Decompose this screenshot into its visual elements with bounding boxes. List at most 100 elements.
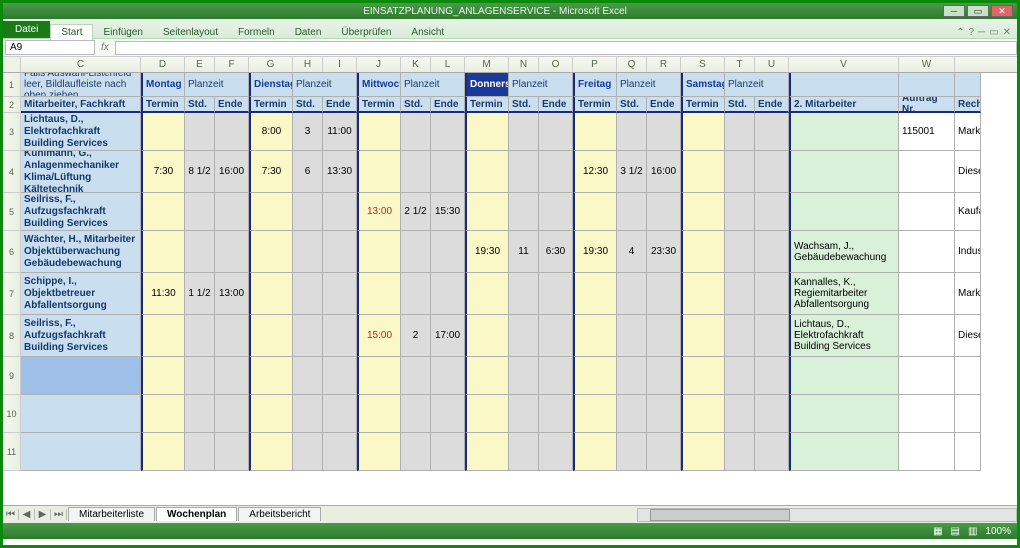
- col-header-F[interactable]: F: [215, 57, 249, 72]
- ansch-cell[interactable]: Kaufa: [955, 193, 981, 231]
- ende-cell[interactable]: 13:00: [215, 273, 249, 315]
- ansch-cell[interactable]: Markt: [955, 273, 981, 315]
- std-header[interactable]: Std.: [185, 97, 215, 113]
- view-layout-icon[interactable]: ▤: [951, 526, 960, 537]
- termin-header[interactable]: Termin: [249, 97, 293, 113]
- ansch-cell[interactable]: Diese: [955, 151, 981, 193]
- ende-cell[interactable]: [431, 395, 465, 433]
- std-cell[interactable]: 3: [293, 113, 323, 151]
- planzeit-header[interactable]: Planzeit: [293, 73, 357, 97]
- ende-cell[interactable]: [215, 193, 249, 231]
- col-header-I[interactable]: I: [323, 57, 357, 72]
- row-header-3[interactable]: 3: [3, 113, 21, 151]
- termin-cell[interactable]: [681, 113, 725, 151]
- ende-cell[interactable]: [755, 231, 789, 273]
- ende-cell[interactable]: [539, 273, 573, 315]
- std-header[interactable]: Std.: [617, 97, 647, 113]
- mit2-cell[interactable]: Wachsam, J., Gebäudebewachung: [789, 231, 899, 273]
- minimize-button[interactable]: ─: [943, 5, 965, 17]
- std-cell[interactable]: [509, 273, 539, 315]
- ende-cell[interactable]: [431, 273, 465, 315]
- col-header-Q[interactable]: Q: [617, 57, 647, 72]
- ende-cell[interactable]: [647, 433, 681, 471]
- grid[interactable]: 1Falls Auswahl-Listenfeld leer, Bildlauf…: [3, 73, 1017, 523]
- row-header-7[interactable]: 7: [3, 273, 21, 315]
- window-close-icon[interactable]: ✕: [1003, 27, 1011, 38]
- std-cell[interactable]: 4: [617, 231, 647, 273]
- termin-cell[interactable]: 15:00: [357, 315, 401, 357]
- std-cell[interactable]: [617, 395, 647, 433]
- col-header-K[interactable]: K: [401, 57, 431, 72]
- ende-cell[interactable]: [755, 315, 789, 357]
- employee-cell[interactable]: Lichtaus, D., Elektrofachkraft Building …: [21, 113, 141, 151]
- std-cell[interactable]: 2 1/2: [401, 193, 431, 231]
- termin-cell[interactable]: [249, 231, 293, 273]
- ansch-cell[interactable]: Diese: [955, 315, 981, 357]
- horizontal-scrollbar[interactable]: [637, 508, 1017, 522]
- row-header-9[interactable]: 9: [3, 357, 21, 395]
- ende-cell[interactable]: 16:00: [647, 151, 681, 193]
- ribbon-tab-daten[interactable]: Daten: [285, 25, 332, 40]
- std-cell[interactable]: [401, 395, 431, 433]
- ende-cell[interactable]: [647, 273, 681, 315]
- ende-cell[interactable]: [647, 315, 681, 357]
- std-cell[interactable]: [185, 357, 215, 395]
- termin-header[interactable]: Termin: [573, 97, 617, 113]
- termin-cell[interactable]: [141, 193, 185, 231]
- col-header-E[interactable]: E: [185, 57, 215, 72]
- col-header-S[interactable]: S: [681, 57, 725, 72]
- termin-header[interactable]: Termin: [357, 97, 401, 113]
- std-header[interactable]: Std.: [293, 97, 323, 113]
- termin-cell[interactable]: [357, 151, 401, 193]
- termin-cell[interactable]: [465, 357, 509, 395]
- ende-header[interactable]: Ende: [431, 97, 465, 113]
- mit2-cell[interactable]: [789, 433, 899, 471]
- ende-cell[interactable]: 13:30: [323, 151, 357, 193]
- ende-cell[interactable]: [647, 395, 681, 433]
- day-header[interactable]: Dienstag: [249, 73, 293, 97]
- ende-cell[interactable]: [755, 395, 789, 433]
- zoom-level[interactable]: 100%: [985, 526, 1011, 537]
- col-header-P[interactable]: P: [573, 57, 617, 72]
- ansch-header[interactable]: Rech: [955, 97, 981, 113]
- auftrag-cell[interactable]: [899, 193, 955, 231]
- ende-cell[interactable]: [755, 193, 789, 231]
- std-cell[interactable]: [725, 273, 755, 315]
- auftrag-cell[interactable]: [899, 357, 955, 395]
- termin-cell[interactable]: [465, 315, 509, 357]
- termin-cell[interactable]: [681, 395, 725, 433]
- termin-cell[interactable]: [249, 357, 293, 395]
- termin-cell[interactable]: 19:30: [573, 231, 617, 273]
- formula-input[interactable]: [115, 41, 1017, 55]
- termin-cell[interactable]: [465, 395, 509, 433]
- termin-cell[interactable]: 12:30: [573, 151, 617, 193]
- termin-cell[interactable]: [249, 273, 293, 315]
- name-box[interactable]: A9: [5, 40, 95, 55]
- ende-cell[interactable]: [431, 357, 465, 395]
- auftrag-cell[interactable]: 115001: [899, 113, 955, 151]
- window-min-icon[interactable]: ─: [978, 27, 985, 38]
- ende-cell[interactable]: [755, 357, 789, 395]
- ende-cell[interactable]: [323, 231, 357, 273]
- termin-cell[interactable]: [465, 113, 509, 151]
- termin-cell[interactable]: 7:30: [141, 151, 185, 193]
- std-cell[interactable]: [185, 433, 215, 471]
- close-button[interactable]: ✕: [991, 5, 1013, 17]
- ende-cell[interactable]: [539, 315, 573, 357]
- mit2-cell[interactable]: [789, 357, 899, 395]
- ende-cell[interactable]: 17:00: [431, 315, 465, 357]
- ende-cell[interactable]: [215, 357, 249, 395]
- ende-cell[interactable]: 11:00: [323, 113, 357, 151]
- std-cell[interactable]: [509, 357, 539, 395]
- termin-cell[interactable]: [465, 273, 509, 315]
- help-icon[interactable]: ?: [969, 27, 975, 38]
- planzeit-header[interactable]: Planzeit: [185, 73, 249, 97]
- ende-cell[interactable]: [323, 395, 357, 433]
- ansch-cell[interactable]: Indus: [955, 231, 981, 273]
- col-header-J[interactable]: J: [357, 57, 401, 72]
- header-note[interactable]: Falls Auswahl-Listenfeld leer, Bildlaufl…: [21, 73, 141, 97]
- mit2-cell[interactable]: [789, 395, 899, 433]
- maximize-button[interactable]: ▭: [967, 5, 989, 17]
- auftrag-cell[interactable]: [899, 315, 955, 357]
- termin-cell[interactable]: [681, 151, 725, 193]
